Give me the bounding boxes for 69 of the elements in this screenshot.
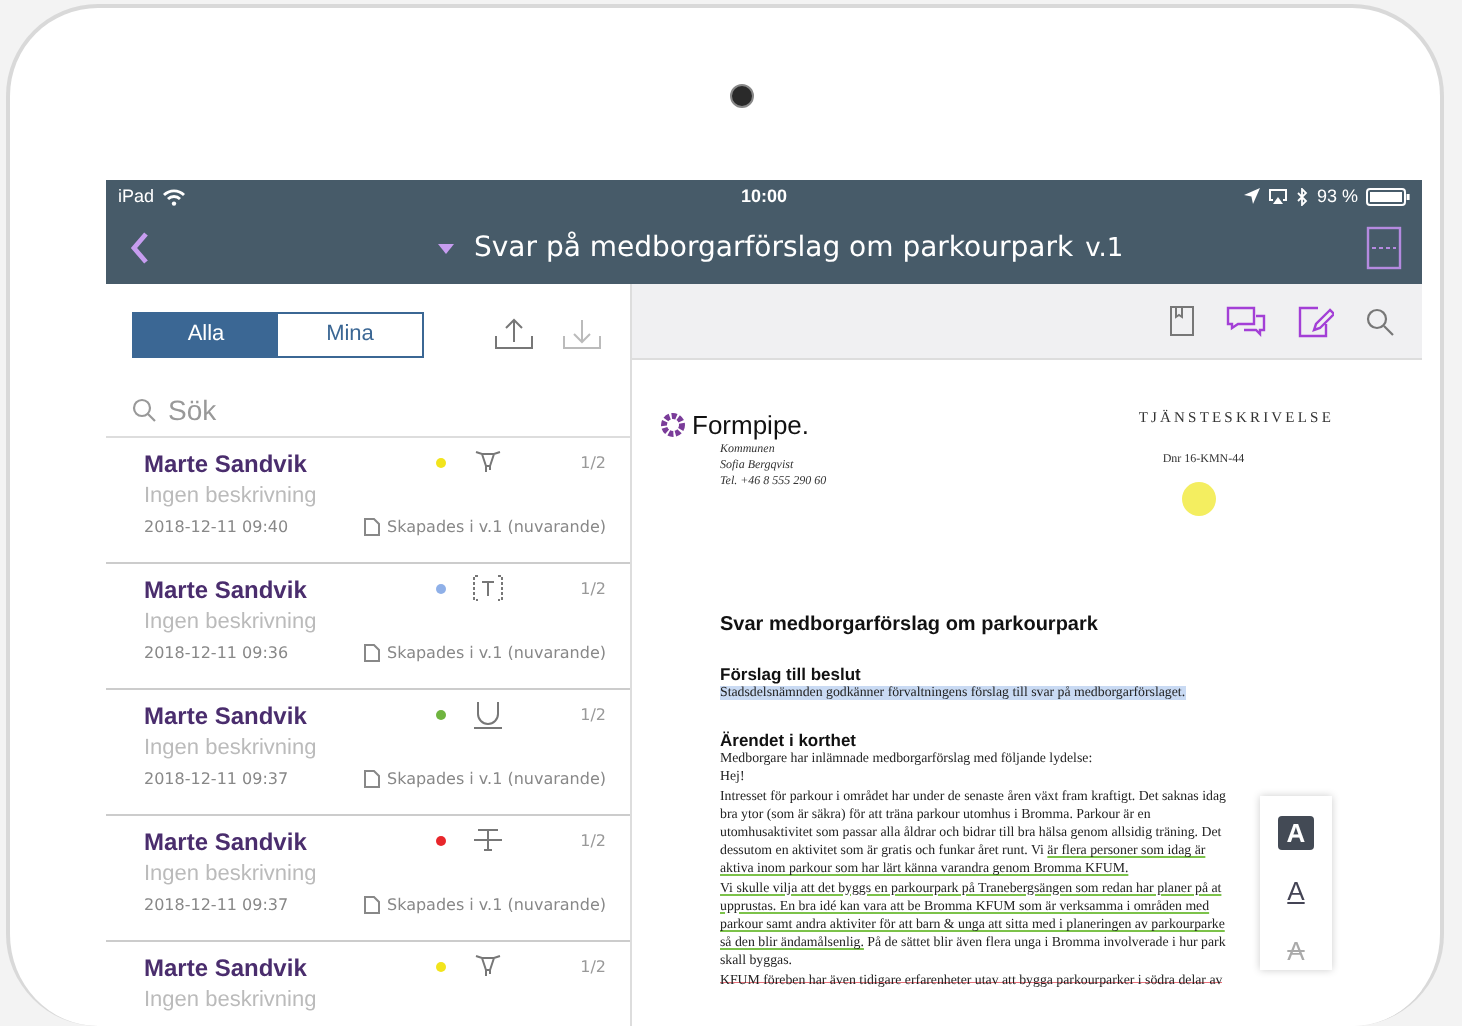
section-heading: Förslag till beslut bbox=[720, 664, 863, 684]
description-text: Ingen beskrivning bbox=[144, 610, 319, 634]
text-icon bbox=[472, 574, 505, 604]
document-icon bbox=[363, 770, 379, 788]
battery-icon bbox=[1366, 187, 1410, 205]
description-text: Ingen beskrivning bbox=[144, 988, 319, 1012]
version-note: Skapades i v.1 (nuvarande) bbox=[387, 770, 606, 788]
filter-tab[interactable]: Alla bbox=[134, 313, 278, 355]
author-name: Marte Sandvik bbox=[144, 953, 307, 981]
highlight-icon bbox=[472, 952, 505, 982]
timestamp: 2018-12-11 09:37 bbox=[144, 770, 289, 788]
page-count: 1/2 bbox=[580, 706, 606, 724]
chevron-left-icon bbox=[130, 232, 150, 264]
camera-icon bbox=[730, 84, 754, 108]
highlight-button[interactable]: A bbox=[1278, 816, 1314, 850]
carrier-label: iPad bbox=[118, 186, 155, 206]
bookmark-icon[interactable] bbox=[1170, 306, 1194, 336]
wifi-icon bbox=[162, 187, 187, 205]
description-text: Ingen beskrivning bbox=[144, 862, 319, 886]
section-heading: Ärendet i korthet bbox=[720, 730, 859, 751]
annotation-item[interactable]: Marte Sandvik 1/2 Ingen beskrivning 2018-12-11 09:36 Skapades i v.1 (nuvarande) bbox=[106, 564, 630, 690]
version-label: v.1 bbox=[1085, 233, 1124, 263]
author-name: Marte Sandvik bbox=[144, 827, 307, 855]
ring-logo-icon bbox=[660, 411, 686, 437]
version-note: Skapades i v.1 (nuvarande) bbox=[387, 518, 606, 536]
document-heading: Svar medborgarförslag om parkourpark bbox=[720, 614, 1100, 636]
upload-icon[interactable] bbox=[494, 318, 534, 350]
timestamp: 2018-12-11 09:36 bbox=[144, 644, 289, 662]
page-count: 1/2 bbox=[580, 958, 606, 976]
bluetooth-icon bbox=[1296, 187, 1309, 205]
note-edit-icon[interactable] bbox=[1298, 305, 1334, 337]
timestamp: 2018-12-11 09:40 bbox=[144, 518, 289, 536]
description-text: Ingen beskrivning bbox=[144, 484, 319, 508]
annotation-item[interactable]: Marte Sandvik 1/2 Ingen beskrivning 2018-12-11 09:40 Skapades i v.1 (nuvarande) bbox=[106, 438, 630, 564]
description-text: Ingen beskrivning bbox=[144, 736, 319, 760]
author-name: Marte Sandvik bbox=[144, 449, 307, 477]
search-icon bbox=[132, 398, 156, 422]
strikethrough-icon bbox=[472, 826, 505, 856]
clock-time: 10:00 bbox=[740, 186, 788, 206]
search-icon[interactable] bbox=[1366, 307, 1394, 335]
version-note: Skapades i v.1 (nuvarande) bbox=[387, 896, 606, 914]
underline-icon bbox=[472, 700, 505, 730]
page-view-button[interactable] bbox=[1362, 222, 1406, 274]
underline-button[interactable]: A bbox=[1274, 870, 1318, 910]
page-count: 1/2 bbox=[580, 832, 606, 850]
author-name: Marte Sandvik bbox=[144, 575, 307, 603]
document-icon bbox=[363, 644, 379, 662]
dashed-frame-icon bbox=[1366, 226, 1402, 270]
document-icon bbox=[363, 518, 379, 536]
location-arrow-icon bbox=[1244, 188, 1261, 204]
version-note: Skapades i v.1 (nuvarande) bbox=[387, 644, 606, 662]
back-button[interactable] bbox=[126, 228, 154, 268]
comments-icon[interactable] bbox=[1226, 305, 1266, 337]
battery-percent: 93 % bbox=[1316, 186, 1358, 206]
annotation-item[interactable]: Marte Sandvik 1/2 Ingen beskrivning 2018-12-11 09:37 Skapades i v.1 (nuvarande) bbox=[106, 690, 630, 816]
note-marker[interactable] bbox=[1182, 482, 1216, 516]
airplay-icon bbox=[1268, 188, 1289, 204]
author-name: Marte Sandvik bbox=[144, 701, 307, 729]
page-count: 1/2 bbox=[580, 454, 606, 472]
page-count: 1/2 bbox=[580, 580, 606, 598]
annotation-item[interactable]: Marte Sandvik 1/2 Ingen beskrivning 2018-12-11 09:37 Skapades i v.1 (nuvarande) bbox=[106, 816, 630, 942]
search-field[interactable]: Sök bbox=[168, 394, 528, 426]
document-icon bbox=[363, 896, 379, 914]
timestamp: 2018-12-11 09:37 bbox=[144, 896, 289, 914]
company-logo-text: Formpipe. bbox=[692, 409, 810, 439]
annotation-item[interactable]: Marte Sandvik 1/2 Ingen beskrivning bbox=[106, 942, 630, 1026]
document-title: Svar på medborgarförslag om parkourpark bbox=[474, 232, 1074, 264]
dropdown-caret-icon[interactable] bbox=[438, 243, 454, 253]
highlight-icon bbox=[472, 448, 505, 478]
